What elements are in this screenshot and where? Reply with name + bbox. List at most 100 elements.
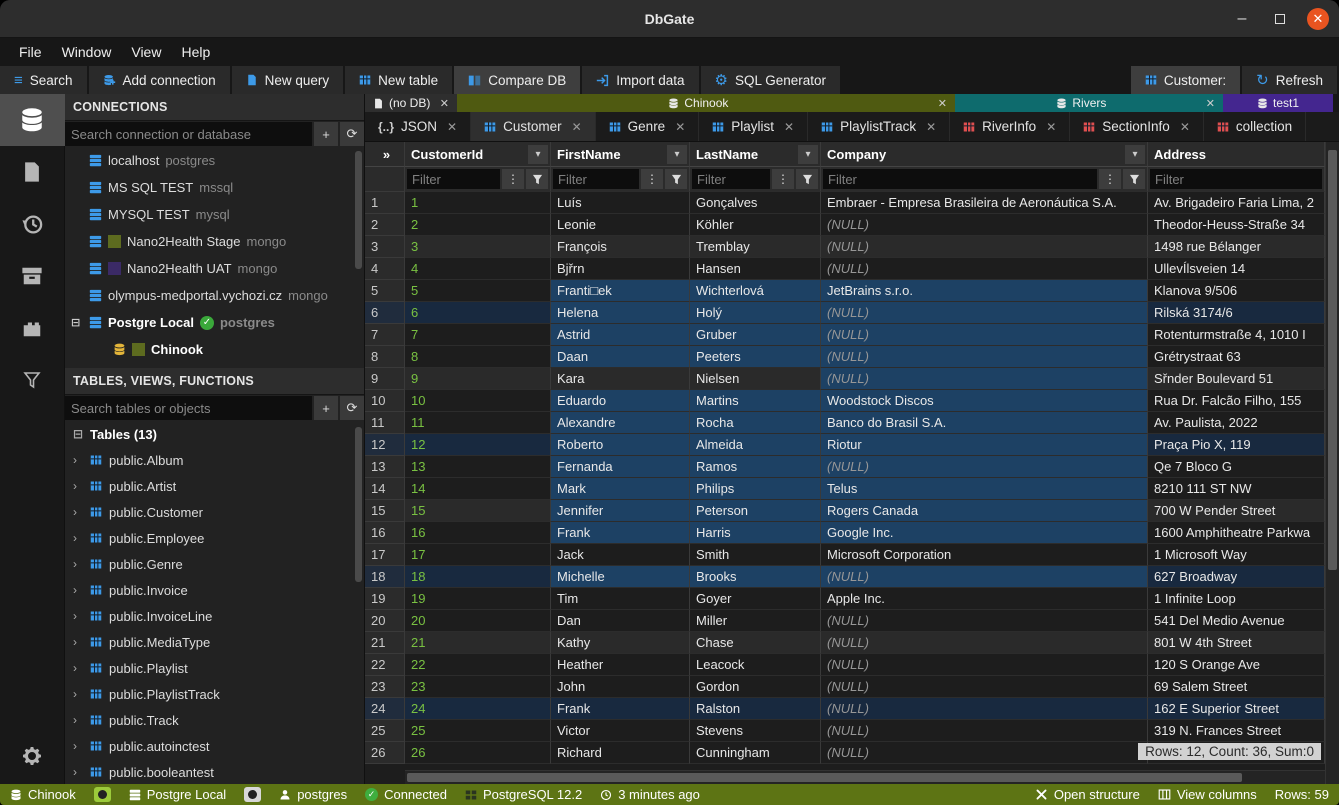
menu-file[interactable]: File bbox=[10, 40, 51, 64]
grid-cell[interactable]: 13 bbox=[405, 456, 551, 478]
chevron-right-icon[interactable]: › bbox=[73, 505, 83, 519]
grid-cell[interactable]: Stevens bbox=[690, 720, 821, 742]
row-number[interactable]: 17 bbox=[365, 544, 405, 566]
table-item-public-booleantest[interactable]: ›public.booleantest bbox=[65, 759, 364, 784]
close-icon[interactable]: ✕ bbox=[926, 120, 936, 134]
connection-item-localhost[interactable]: localhostpostgres bbox=[65, 147, 364, 174]
grid-cell[interactable]: Alexandre bbox=[551, 412, 690, 434]
status-connected[interactable]: ✓Connected bbox=[365, 787, 447, 802]
grid-cell[interactable]: 4 bbox=[405, 258, 551, 280]
table-item-public-invoiceline[interactable]: ›public.InvoiceLine bbox=[65, 603, 364, 629]
connections-refresh-button[interactable]: ⟳ bbox=[340, 122, 364, 146]
status-postgre-local[interactable]: Postgre Local bbox=[129, 787, 227, 802]
grid-cell[interactable]: Woodstock Discos bbox=[821, 390, 1148, 412]
status-3-minutes-ago[interactable]: 3 minutes ago bbox=[600, 787, 700, 802]
chevron-right-icon[interactable]: › bbox=[73, 609, 83, 623]
grid-cell[interactable]: Frank bbox=[551, 698, 690, 720]
grid-cell[interactable]: Helena bbox=[551, 302, 690, 324]
connection-item-nano2health-uat[interactable]: Nano2Health UATmongo bbox=[65, 255, 364, 282]
grid-cell[interactable]: 1600 Amphitheatre Parkwa bbox=[1148, 522, 1325, 544]
grid-cell[interactable]: 10 bbox=[405, 390, 551, 412]
connections-scrollbar[interactable] bbox=[355, 151, 362, 269]
table-item-public-playlist[interactable]: ›public.Playlist bbox=[65, 655, 364, 681]
table-item-public-invoice[interactable]: ›public.Invoice bbox=[65, 577, 364, 603]
close-icon[interactable]: ✕ bbox=[675, 120, 685, 134]
grid-cell[interactable]: Miller bbox=[690, 610, 821, 632]
rail-file-icon[interactable] bbox=[0, 146, 65, 198]
filter-menu-icon[interactable]: ⋮ bbox=[502, 169, 524, 189]
close-icon[interactable]: ✕ bbox=[572, 120, 582, 134]
row-number[interactable]: 24 bbox=[365, 698, 405, 720]
grid-cell[interactable]: 3 bbox=[405, 236, 551, 258]
grid-cell[interactable]: Philips bbox=[690, 478, 821, 500]
grid-cell[interactable]: Luís bbox=[551, 192, 690, 214]
tab-playlisttrack[interactable]: PlaylistTrack✕ bbox=[808, 112, 950, 141]
new-table-button[interactable]: New table bbox=[345, 66, 452, 94]
filter-menu-icon[interactable]: ⋮ bbox=[641, 169, 663, 189]
grid-cell[interactable]: Martins bbox=[690, 390, 821, 412]
grid-cell[interactable]: Praça Pio X, 119 bbox=[1148, 434, 1325, 456]
chevron-right-icon[interactable]: › bbox=[73, 479, 83, 493]
chevron-right-icon[interactable]: › bbox=[73, 557, 83, 571]
tables-plus-button[interactable]: + bbox=[314, 396, 338, 420]
collapse-icon[interactable]: ⊟ bbox=[71, 316, 83, 329]
filter-input[interactable] bbox=[823, 169, 1097, 189]
refresh-button[interactable]: ↻Refresh bbox=[1242, 66, 1337, 94]
grid-cell[interactable]: Franti□ek bbox=[551, 280, 690, 302]
grid-cell[interactable]: Rogers Canada bbox=[821, 500, 1148, 522]
grid-cell[interactable]: Hansen bbox=[690, 258, 821, 280]
group-tab-chinook[interactable]: Chinook✕ bbox=[457, 94, 955, 112]
grid-cell[interactable]: Sřnder Boulevard 51 bbox=[1148, 368, 1325, 390]
grid-cell[interactable]: John bbox=[551, 676, 690, 698]
grid-cell[interactable]: Google Inc. bbox=[821, 522, 1148, 544]
funnel-icon[interactable] bbox=[526, 169, 548, 189]
grid-cell[interactable]: 541 Del Medio Avenue bbox=[1148, 610, 1325, 632]
rail-history-icon[interactable] bbox=[0, 198, 65, 250]
grid-cell[interactable]: 120 S Orange Ave bbox=[1148, 654, 1325, 676]
grid-cell[interactable]: 15 bbox=[405, 500, 551, 522]
grid-cell[interactable]: 162 E Superior Street bbox=[1148, 698, 1325, 720]
column-header-firstname[interactable]: FirstName▾ bbox=[551, 142, 690, 167]
grid-cell[interactable]: 700 W Pender Street bbox=[1148, 500, 1325, 522]
grid-cell[interactable]: (NULL) bbox=[821, 654, 1148, 676]
grid-cell[interactable]: Frank bbox=[551, 522, 690, 544]
grid-cell[interactable]: Theodor-Heuss-Straße 34 bbox=[1148, 214, 1325, 236]
grid-cell[interactable]: Jack bbox=[551, 544, 690, 566]
grid-cell[interactable]: 21 bbox=[405, 632, 551, 654]
grid-cell[interactable]: Av. Paulista, 2022 bbox=[1148, 412, 1325, 434]
filter-menu-icon[interactable]: ⋮ bbox=[1099, 169, 1121, 189]
grid-cell[interactable]: (NULL) bbox=[821, 236, 1148, 258]
row-number[interactable]: 3 bbox=[365, 236, 405, 258]
grid-cell[interactable]: 8210 111 ST NW bbox=[1148, 478, 1325, 500]
grid-cell[interactable]: Leonie bbox=[551, 214, 690, 236]
menu-window[interactable]: Window bbox=[53, 40, 121, 64]
grid-cell[interactable]: Ramos bbox=[690, 456, 821, 478]
expand-columns-button[interactable]: » bbox=[365, 142, 405, 167]
column-header-company[interactable]: Company▾ bbox=[821, 142, 1148, 167]
grid-cell[interactable]: 12 bbox=[405, 434, 551, 456]
group-tab-rivers[interactable]: Rivers✕ bbox=[955, 94, 1223, 112]
grid-cell[interactable]: 19 bbox=[405, 588, 551, 610]
grid-cell[interactable]: 801 W 4th Street bbox=[1148, 632, 1325, 654]
grid-cell[interactable]: Chase bbox=[690, 632, 821, 654]
row-number[interactable]: 4 bbox=[365, 258, 405, 280]
search-button[interactable]: ≡Search bbox=[0, 66, 87, 94]
tab-json[interactable]: {..}JSON✕ bbox=[365, 112, 471, 141]
rail-archive-icon[interactable] bbox=[0, 250, 65, 302]
grid-cell[interactable]: Mark bbox=[551, 478, 690, 500]
grid-cell[interactable]: (NULL) bbox=[821, 698, 1148, 720]
grid-cell[interactable]: Heather bbox=[551, 654, 690, 676]
grid-cell[interactable]: Embraer - Empresa Brasileira de Aeronáut… bbox=[821, 192, 1148, 214]
grid-cell[interactable]: 6 bbox=[405, 302, 551, 324]
grid-cell[interactable]: Kara bbox=[551, 368, 690, 390]
grid-cell[interactable]: (NULL) bbox=[821, 742, 1148, 764]
chevron-down-icon[interactable]: ▾ bbox=[1125, 145, 1145, 164]
grid-cell[interactable]: Victor bbox=[551, 720, 690, 742]
grid-cell[interactable]: 17 bbox=[405, 544, 551, 566]
menu-help[interactable]: Help bbox=[172, 40, 219, 64]
grid-cell[interactable]: 14 bbox=[405, 478, 551, 500]
chevron-right-icon[interactable]: › bbox=[73, 739, 83, 753]
table-item-public-employee[interactable]: ›public.Employee bbox=[65, 525, 364, 551]
grid-cell[interactable]: Roberto bbox=[551, 434, 690, 456]
filter-input[interactable] bbox=[692, 169, 770, 189]
